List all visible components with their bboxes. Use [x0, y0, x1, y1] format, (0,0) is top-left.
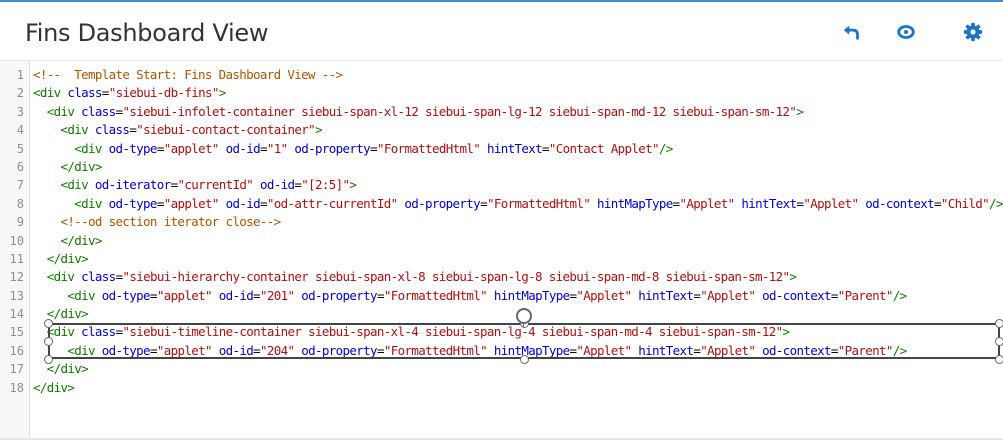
- code-text[interactable]: <div class="siebui-timeline-container si…: [33, 323, 790, 341]
- line-number: 15: [9, 325, 24, 340]
- undo-icon: [843, 25, 859, 40]
- line-number: 1: [16, 68, 24, 82]
- preview-button[interactable]: [894, 20, 918, 44]
- code-line[interactable]: 11 </div>: [0, 250, 1003, 268]
- code-text[interactable]: </div>: [33, 158, 103, 176]
- code-text[interactable]: </div>: [33, 379, 75, 397]
- code-text[interactable]: <div class="siebui-infolet-container sie…: [33, 103, 804, 121]
- line-number: 16: [9, 343, 24, 358]
- code-line[interactable]: 16 <div od-type="applet" od-id="204" od-…: [0, 342, 1003, 360]
- eye-icon: [897, 25, 915, 39]
- code-line[interactable]: 8 <div od-type="applet" od-id="od-attr-c…: [0, 195, 1003, 213]
- code-text[interactable]: <div class="siebui-hierarchy-container s…: [33, 268, 797, 286]
- line-number: 17: [9, 362, 24, 377]
- code-text[interactable]: <!--od section iterator close-->: [33, 213, 282, 231]
- line-number: 14: [9, 307, 24, 322]
- code-line[interactable]: 4 <div class="siebui-contact-container">: [0, 121, 1003, 139]
- resize-handle[interactable]: [995, 355, 1003, 364]
- code-line[interactable]: 18 </div>: [0, 379, 1003, 397]
- line-number: 9: [16, 215, 24, 230]
- code-editor[interactable]: 1 <!-- Template Start: Fins Dashboard Vie…: [0, 60, 1003, 439]
- code-text[interactable]: <div od-iterator="currentId" od-id="[2:5…: [33, 176, 357, 194]
- code-text[interactable]: <div class="siebui-db-fins">: [33, 84, 226, 102]
- resize-handle[interactable]: [995, 337, 1003, 346]
- code-line[interactable]: 2 <div class="siebui-db-fins">: [0, 84, 1003, 102]
- resize-handle[interactable]: [995, 319, 1003, 328]
- line-number: 8: [16, 196, 24, 211]
- page-title: Fins Dashboard View: [25, 19, 269, 47]
- line-number: 10: [9, 233, 24, 248]
- line-number: 2: [16, 86, 24, 101]
- resize-handle[interactable]: [44, 319, 53, 328]
- line-number: 11: [9, 251, 24, 266]
- code-line[interactable]: 1 <!-- Template Start: Fins Dashboard Vie…: [0, 66, 1003, 84]
- resize-handle[interactable]: [44, 337, 53, 346]
- page-header: Fins Dashboard View: [0, 2, 1003, 56]
- code-text[interactable]: </div>: [33, 305, 89, 323]
- code-line[interactable]: 12 <div class="siebui-hierarchy-containe…: [0, 268, 1003, 286]
- code-text[interactable]: <div class="siebui-contact-container">: [33, 121, 323, 139]
- line-number: 3: [16, 104, 24, 119]
- code-line[interactable]: 9 <!--od section iterator close-->: [0, 213, 1003, 231]
- code-line[interactable]: 13 <div od-type="applet" od-id="201" od-…: [0, 287, 1003, 305]
- code-line[interactable]: 10 </div>: [0, 232, 1003, 250]
- code-text[interactable]: <div od-type="applet" od-id="od-attr-cur…: [33, 195, 1003, 213]
- code-line[interactable]: 14 </div>: [0, 305, 1003, 323]
- line-number: 12: [9, 270, 24, 285]
- settings-button[interactable]: [961, 20, 985, 44]
- resize-handle[interactable]: [520, 355, 529, 364]
- code-text[interactable]: <div od-type="applet" od-id="201" od-pro…: [33, 287, 907, 305]
- line-number: 5: [16, 141, 24, 156]
- code-line[interactable]: 17 </div>: [0, 360, 1003, 378]
- code-line[interactable]: 7 <div od-iterator="currentId" od-id="[2…: [0, 176, 1003, 194]
- rotate-handle[interactable]: [516, 308, 532, 324]
- code-line[interactable]: 5 <div od-type="applet" od-id="1" od-pro…: [0, 140, 1003, 158]
- line-number: 13: [9, 288, 24, 303]
- line-number: 6: [16, 159, 24, 174]
- line-number: 18: [9, 380, 24, 395]
- code-line[interactable]: 15 <div class="siebui-timeline-container…: [0, 323, 1003, 341]
- line-number: 7: [16, 178, 24, 193]
- code-line[interactable]: 6 </div>: [0, 158, 1003, 176]
- code-line[interactable]: 3 <div class="siebui-infolet-container s…: [0, 103, 1003, 121]
- line-number: 4: [16, 123, 24, 138]
- gear-icon: [963, 22, 983, 42]
- code-text[interactable]: <div od-type="applet" od-id="1" od-prope…: [33, 140, 673, 158]
- code-lines[interactable]: 1 <!-- Template Start: Fins Dashboard Vie…: [0, 66, 1003, 397]
- resize-handle[interactable]: [44, 355, 53, 364]
- code-text[interactable]: <!-- Template Start: Fins Dashboard View…: [33, 66, 343, 84]
- code-text[interactable]: <div od-type="applet" od-id="204" od-pro…: [33, 342, 907, 360]
- code-text[interactable]: </div>: [33, 232, 103, 250]
- code-text[interactable]: </div>: [33, 360, 89, 378]
- undo-button[interactable]: [840, 20, 864, 44]
- code-text[interactable]: </div>: [33, 250, 89, 268]
